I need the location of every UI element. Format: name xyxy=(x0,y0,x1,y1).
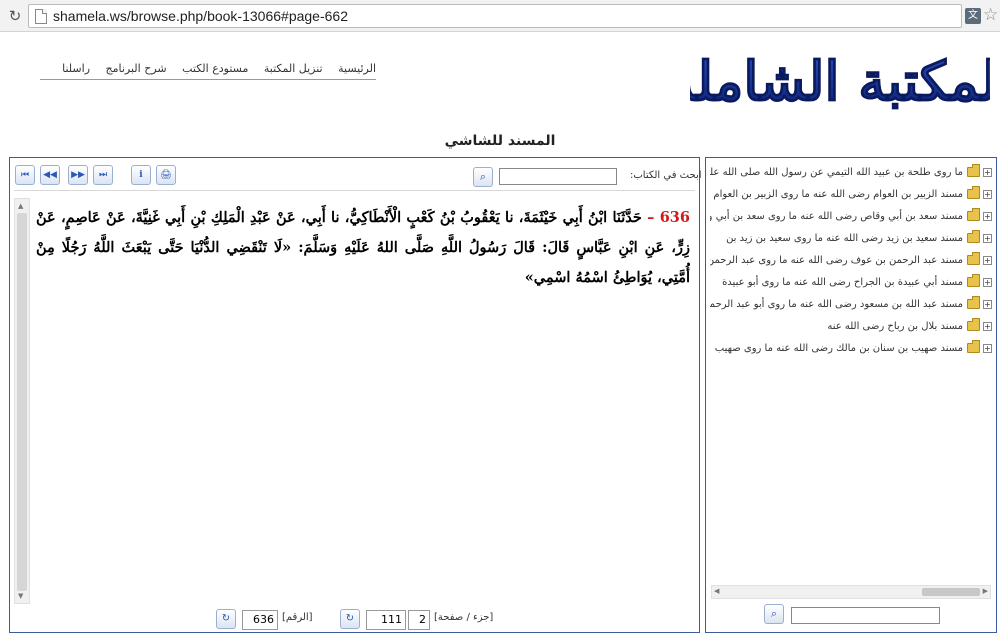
hadith-number: 636 xyxy=(659,209,690,226)
expand-icon[interactable]: + xyxy=(983,343,992,353)
page-navigation-footer: ↻ 636 [الرقم] ↻ 111 2 [جزء / صفحة] xyxy=(10,607,701,631)
toc-item-label[interactable]: مسند سعيد بن زيد رضى الله عنه ما روى سعي… xyxy=(726,233,963,244)
content-vertical-scrollbar[interactable]: ▲ ▼ xyxy=(14,198,30,604)
nav-books-repository[interactable]: مستودع الكتب xyxy=(182,62,248,75)
folder-icon xyxy=(967,252,980,265)
toc-item-label[interactable]: ما روى طلحة بن عبيد الله التيمي عن رسول … xyxy=(710,167,963,178)
print-icon[interactable]: 🖨 xyxy=(156,165,176,185)
folder-icon xyxy=(967,208,980,221)
book-title: المسند للشاشي xyxy=(444,133,556,149)
expand-icon[interactable]: + xyxy=(983,211,992,221)
toc-search-input[interactable] xyxy=(791,607,940,624)
toc-item[interactable]: + ما روى طلحة بن عبيد الله التيمي عن رسول… xyxy=(710,162,992,184)
expand-icon[interactable]: + xyxy=(983,167,992,177)
folder-icon xyxy=(967,186,980,199)
next-page-button[interactable]: ▶▶ xyxy=(68,165,88,185)
expand-icon[interactable]: + xyxy=(983,189,992,199)
logo-text: المكتبة الشاملة xyxy=(690,49,990,113)
book-content-panel: ⏮ ◀◀ ▶▶ ⏭ i 🖨 ⌕ ابحث في الكتاب: ▲ ▼ 636 … xyxy=(9,157,702,633)
toc-item-label[interactable]: مسند صهيب بن سنان بن مالك رضى الله عنه م… xyxy=(715,343,963,354)
browser-toolbar: ↻ shamela.ws/browse.php/book-13066#page-… xyxy=(0,0,1000,32)
toc-item-label[interactable]: مسند سعد بن أبي وقاص رضى الله عنه ما روى… xyxy=(710,211,963,222)
folder-icon xyxy=(967,318,980,331)
book-search-input[interactable] xyxy=(499,168,617,185)
page-input[interactable]: 111 xyxy=(366,610,406,630)
toc-item-label[interactable]: مسند الزبير بن العوام رضى الله عنه ما رو… xyxy=(713,189,963,200)
toc-tree: + ما روى طلحة بن عبيد الله التيمي عن رسول… xyxy=(710,162,992,582)
folder-icon xyxy=(967,340,980,353)
folder-icon xyxy=(967,230,980,243)
site-logo[interactable]: المكتبة الشاملة xyxy=(690,34,990,122)
first-page-button[interactable]: ⏮ xyxy=(15,165,35,185)
scroll-down-icon[interactable]: ▼ xyxy=(18,592,23,600)
part-input[interactable]: 2 xyxy=(408,610,430,630)
toc-item[interactable]: + مسند أبي عبيدة بن الجراح رضى الله عنه م… xyxy=(710,272,992,294)
scroll-right-icon[interactable]: ▶ xyxy=(983,587,988,595)
go-to-number-button[interactable]: ↻ xyxy=(216,609,236,629)
scroll-left-icon[interactable]: ◀ xyxy=(714,587,719,595)
number-label: [الرقم] xyxy=(282,612,313,623)
toc-item[interactable]: + مسند سعيد بن زيد رضى الله عنه ما روى سع… xyxy=(710,228,992,250)
previous-page-button[interactable]: ◀◀ xyxy=(40,165,60,185)
hadith-text: 636 – حَدَّثَنَا ابْنُ أَبِي خَيْثَمَةَ،… xyxy=(36,203,690,603)
page-icon xyxy=(35,9,47,24)
expand-icon[interactable]: + xyxy=(983,321,992,331)
hadith-dash: – xyxy=(641,209,660,226)
reload-icon[interactable]: ↻ xyxy=(6,7,24,25)
toc-item-label[interactable]: مسند عبد الرحمن بن عوف رضى الله عنه ما ر… xyxy=(710,255,963,266)
nav-program-guide[interactable]: شرح البرنامج xyxy=(106,62,167,75)
url-text: shamela.ws/browse.php/book-13066#page-66… xyxy=(53,8,348,24)
expand-icon[interactable]: + xyxy=(983,255,992,265)
table-of-contents-panel: + ما روى طلحة بن عبيد الله التيمي عن رسول… xyxy=(705,157,997,633)
folder-icon xyxy=(967,164,980,177)
expand-icon[interactable]: + xyxy=(983,233,992,243)
scroll-up-icon[interactable]: ▲ xyxy=(18,202,23,210)
toc-item-label[interactable]: مسند عبد الله بن مسعود رضى الله عنه ما ر… xyxy=(710,299,963,310)
expand-icon[interactable]: + xyxy=(983,277,992,287)
go-to-page-button[interactable]: ↻ xyxy=(340,609,360,629)
main-nav: الرئيسية تنزيل المكتبة مستودع الكتب شرح … xyxy=(40,62,376,80)
toc-item-label[interactable]: مسند بلال بن رباح رضى الله عنه xyxy=(827,321,963,332)
toc-item[interactable]: + مسند الزبير بن العوام رضى الله عنه ما ر… xyxy=(710,184,992,206)
last-page-button[interactable]: ⏭ xyxy=(93,165,113,185)
toc-item-label[interactable]: مسند أبي عبيدة بن الجراح رضى الله عنه ما… xyxy=(722,277,963,288)
info-icon[interactable]: i xyxy=(131,165,151,185)
translate-icon[interactable]: 文 xyxy=(965,8,981,24)
scrollbar-thumb[interactable] xyxy=(17,213,27,591)
book-search-button[interactable]: ⌕ xyxy=(473,167,493,187)
bookmark-star-icon[interactable]: ☆ xyxy=(983,5,998,25)
nav-home[interactable]: الرئيسية xyxy=(338,62,376,75)
book-search-label: ابحث في الكتاب: xyxy=(630,170,702,181)
toc-item[interactable]: + مسند عبد الله بن مسعود رضى الله عنه ما … xyxy=(710,294,992,316)
scrollbar-thumb[interactable] xyxy=(922,588,980,596)
nav-download[interactable]: تنزيل المكتبة xyxy=(264,62,323,75)
address-bar[interactable]: shamela.ws/browse.php/book-13066#page-66… xyxy=(28,4,962,28)
toolbar-divider xyxy=(14,190,695,191)
toc-item[interactable]: + مسند بلال بن رباح رضى الله عنه xyxy=(710,316,992,338)
toc-item[interactable]: + مسند صهيب بن سنان بن مالك رضى الله عنه … xyxy=(710,338,992,360)
expand-icon[interactable]: + xyxy=(983,299,992,309)
hadith-body: حَدَّثَنَا ابْنُ أَبِي خَيْثَمَةَ، نا يَ… xyxy=(36,209,690,286)
site-header: المكتبة الشاملة الرئيسية تنزيل المكتبة م… xyxy=(0,32,1000,156)
number-input[interactable]: 636 xyxy=(242,610,278,630)
toc-horizontal-scrollbar[interactable]: ◀ ▶ xyxy=(711,585,991,599)
folder-icon xyxy=(967,274,980,287)
toc-item[interactable]: + مسند عبد الرحمن بن عوف رضى الله عنه ما … xyxy=(710,250,992,272)
part-page-label: [جزء / صفحة] xyxy=(434,612,494,623)
folder-icon xyxy=(967,296,980,309)
toc-search-button[interactable]: ⌕ xyxy=(764,604,784,624)
toc-item[interactable]: + مسند سعد بن أبي وقاص رضى الله عنه ما رو… xyxy=(710,206,992,228)
nav-contact[interactable]: راسلنا xyxy=(62,62,90,75)
